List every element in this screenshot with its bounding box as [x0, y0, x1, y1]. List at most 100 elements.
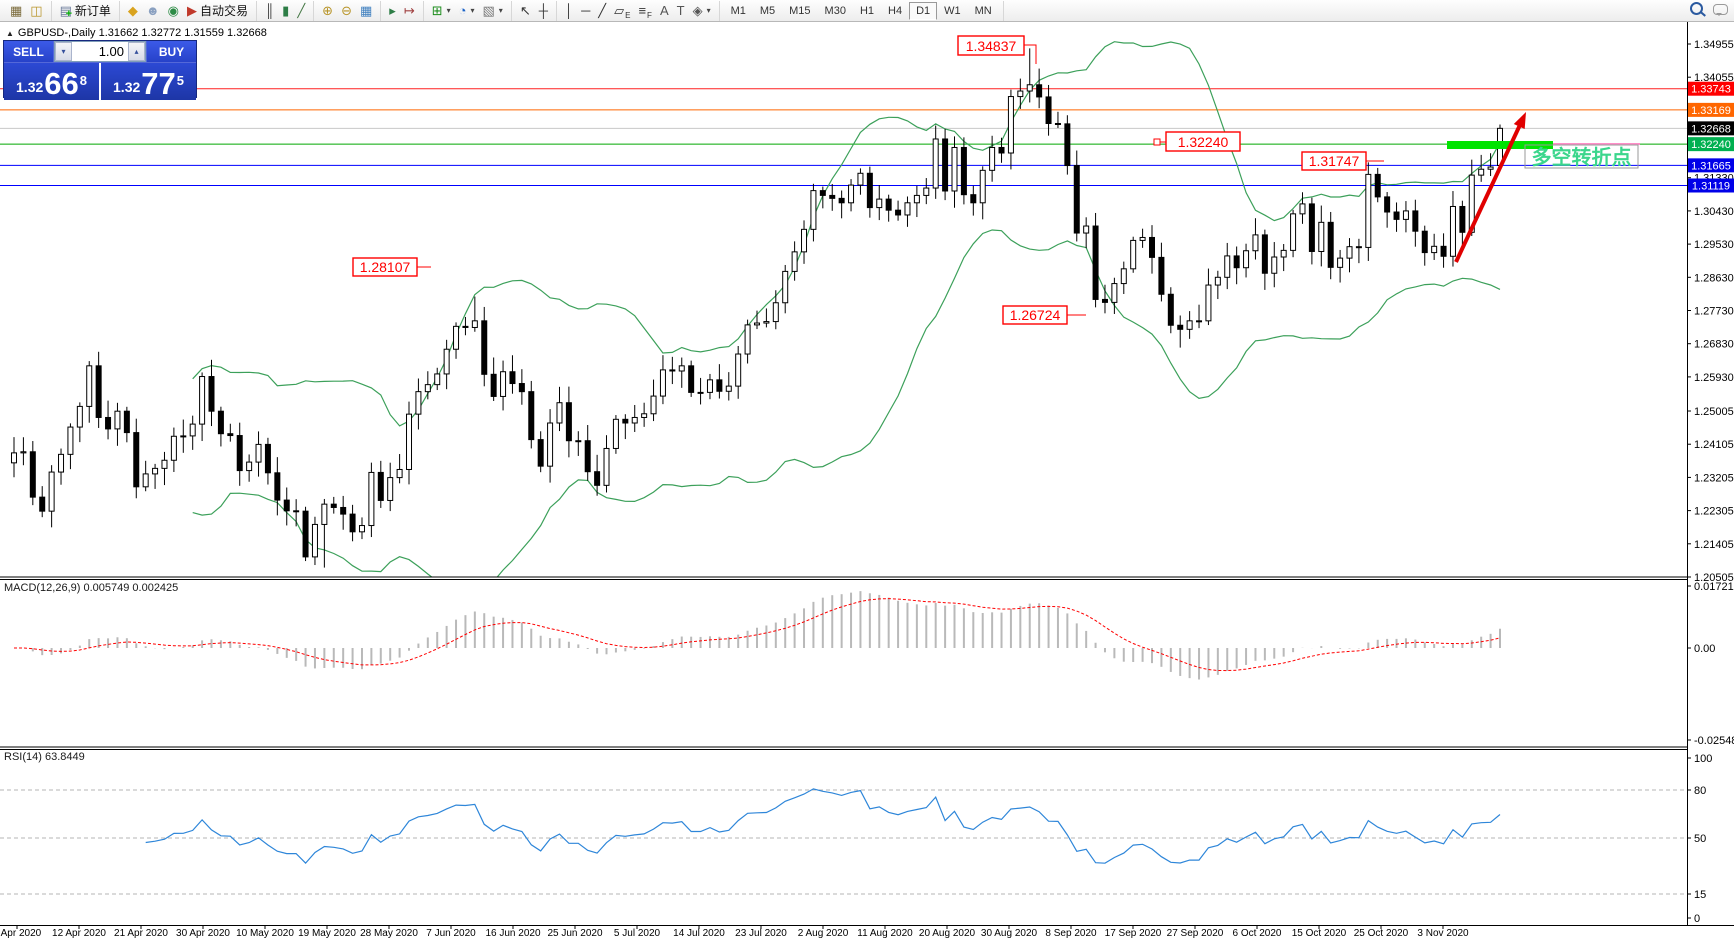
svg-text:1.21405: 1.21405	[1694, 539, 1734, 551]
price-badge-text: 1.31665	[1691, 160, 1731, 172]
chevron-down-icon[interactable]: ▾	[447, 6, 451, 15]
tile-windows-icon[interactable]: ▦	[356, 1, 376, 21]
zoom-in-icon[interactable]: ⊕	[318, 1, 337, 21]
signals-icon[interactable]: ◉	[164, 1, 183, 21]
shapes-icon[interactable]: ◈▾	[689, 1, 715, 21]
label-icon[interactable]: T	[673, 1, 689, 21]
templates-icon: ▧	[483, 2, 495, 20]
svg-text:23 Jul 2020: 23 Jul 2020	[735, 928, 787, 938]
timeframe-m15[interactable]: M15	[782, 2, 817, 20]
hline-icon: ─	[581, 2, 590, 20]
autotrading-icon[interactable]: ▶自动交易	[183, 1, 252, 21]
toolbar-group: ║▮╱	[257, 1, 314, 21]
price-badge-text: 1.33169	[1691, 105, 1731, 117]
auto-scroll-icon[interactable]: ▸	[385, 1, 400, 21]
collapse-panel-icon[interactable]: ▲	[6, 29, 14, 38]
one-click-trading-panel: SELL ▾ ▴ BUY 1.32668 1.32775	[3, 40, 197, 98]
community-icon[interactable]: ☻	[142, 1, 164, 21]
ohlc-title-text: GBPUSD-,Daily 1.31662 1.32772 1.31559 1.…	[18, 27, 267, 39]
timeframe-m5[interactable]: M5	[753, 2, 782, 20]
svg-text:50: 50	[1694, 833, 1706, 845]
text-icon[interactable]: A	[656, 1, 673, 21]
toolbar-right	[1690, 2, 1728, 15]
chevron-down-icon[interactable]: ▾	[470, 6, 474, 15]
indicators-icon[interactable]: ⊞▾	[428, 1, 455, 21]
svg-text:2 Aug 2020: 2 Aug 2020	[798, 928, 849, 938]
svg-text:8 Sep 2020: 8 Sep 2020	[1045, 928, 1097, 938]
cursor-icon[interactable]: ↖	[516, 1, 535, 21]
svg-text:1.24105: 1.24105	[1694, 439, 1734, 451]
autotrading-icon: ▶	[187, 2, 197, 20]
timeframe-h4[interactable]: H4	[881, 2, 909, 20]
timeframe-m30[interactable]: M30	[818, 2, 853, 20]
channel-icon[interactable]: ▱E	[610, 1, 634, 21]
toolbar: ▦◫▤+新订单◆☻◉▶自动交易║▮╱⊕⊖▦▸↦⊞▾◔▾▧▾↖┼│─╱▱E≡FAT…	[0, 0, 1734, 22]
new-order-icon[interactable]: ▤+新订单	[56, 1, 115, 21]
svg-text:28 May 2020: 28 May 2020	[360, 928, 418, 938]
buy-price[interactable]: 1.32775	[101, 63, 196, 100]
templates-icon[interactable]: ▧▾	[479, 1, 507, 21]
chevron-down-icon[interactable]: ▾	[707, 6, 711, 15]
timeframe-d1[interactable]: D1	[909, 2, 937, 20]
svg-text:1.22305: 1.22305	[1694, 506, 1734, 518]
volume-decrease-button[interactable]: ▾	[55, 42, 72, 61]
toolbar-group: ▤+新订单	[52, 1, 120, 21]
styler-icon[interactable]: ◆	[124, 1, 142, 21]
search-icon[interactable]	[1690, 2, 1703, 15]
buy-price-sup: 5	[177, 76, 184, 86]
chat-icon[interactable]	[1713, 4, 1728, 15]
crosshair-icon[interactable]: ┼	[535, 1, 552, 21]
chart-profiles-icon[interactable]: ◫	[26, 1, 46, 21]
channel-icon-sub: E	[625, 11, 630, 20]
periods-icon[interactable]: ◔▾	[455, 1, 479, 21]
price-chart-canvas[interactable]: 多空转折点1.348371.322401.317471.281071.26724…	[0, 22, 1734, 938]
sell-button[interactable]: SELL	[4, 41, 54, 62]
community-icon: ☻	[146, 2, 160, 20]
price-badge-text: 1.33743	[1691, 84, 1731, 96]
svg-text:1.29530: 1.29530	[1694, 239, 1734, 251]
price-annotation-text: 1.32240	[1178, 134, 1229, 150]
timeframe-mn[interactable]: MN	[968, 2, 999, 20]
candlestick-chart-icon: ▮	[282, 2, 289, 20]
channel-icon: ▱	[614, 2, 624, 20]
svg-text:1.27730: 1.27730	[1694, 306, 1734, 318]
volume-increase-button[interactable]: ▴	[128, 42, 145, 61]
line-chart-icon[interactable]: ╱	[293, 1, 309, 21]
timeframe-toolbar: M1M5M15M30H1H4D1W1MN	[720, 1, 1004, 21]
price-annotation-text: 1.31747	[1309, 153, 1360, 169]
svg-text:1.26830: 1.26830	[1694, 339, 1734, 351]
chart-shift-icon: ↦	[404, 2, 415, 20]
timeframe-m1[interactable]: M1	[724, 2, 753, 20]
fibonacci-icon[interactable]: ≡F	[634, 1, 655, 21]
vline-icon: │	[565, 2, 573, 20]
volume-input[interactable]	[72, 42, 128, 61]
new-chart-icon: ▦	[10, 2, 22, 20]
zoom-out-icon[interactable]: ⊖	[337, 1, 356, 21]
trendline-icon: ╱	[598, 2, 606, 20]
svg-text:3 Nov 2020: 3 Nov 2020	[1417, 928, 1469, 938]
new-chart-icon[interactable]: ▦	[6, 1, 26, 21]
bar-chart-icon[interactable]: ║	[261, 1, 278, 21]
svg-text:100: 100	[1694, 753, 1712, 765]
svg-text:15: 15	[1694, 889, 1706, 901]
price-badge-text: 1.32240	[1691, 139, 1731, 151]
trendline-icon[interactable]: ╱	[594, 1, 610, 21]
timeframe-h1[interactable]: H1	[853, 2, 881, 20]
price-annotation-text: 1.28107	[360, 259, 411, 275]
volume-stepper: ▾ ▴	[54, 41, 146, 62]
chevron-down-icon[interactable]: ▾	[499, 6, 503, 15]
svg-text:0.01721: 0.01721	[1694, 581, 1734, 593]
buy-button[interactable]: BUY	[146, 41, 196, 62]
chart-shift-icon[interactable]: ↦	[400, 1, 419, 21]
text-note[interactable]: 多空转折点	[1532, 145, 1632, 169]
timeframe-w1[interactable]: W1	[937, 2, 968, 20]
vline-icon[interactable]: │	[561, 1, 577, 21]
sell-price[interactable]: 1.32668	[4, 63, 101, 100]
hline-icon[interactable]: ─	[577, 1, 594, 21]
sell-price-sup: 8	[80, 76, 87, 86]
svg-text:0.00: 0.00	[1694, 643, 1715, 655]
svg-text:12 Apr 2020: 12 Apr 2020	[52, 928, 106, 938]
fibonacci-icon: ≡	[638, 2, 646, 20]
candlestick-chart-icon[interactable]: ▮	[278, 1, 293, 21]
chart-ohlc-title: ▲ GBPUSD-,Daily 1.31662 1.32772 1.31559 1…	[6, 27, 267, 39]
